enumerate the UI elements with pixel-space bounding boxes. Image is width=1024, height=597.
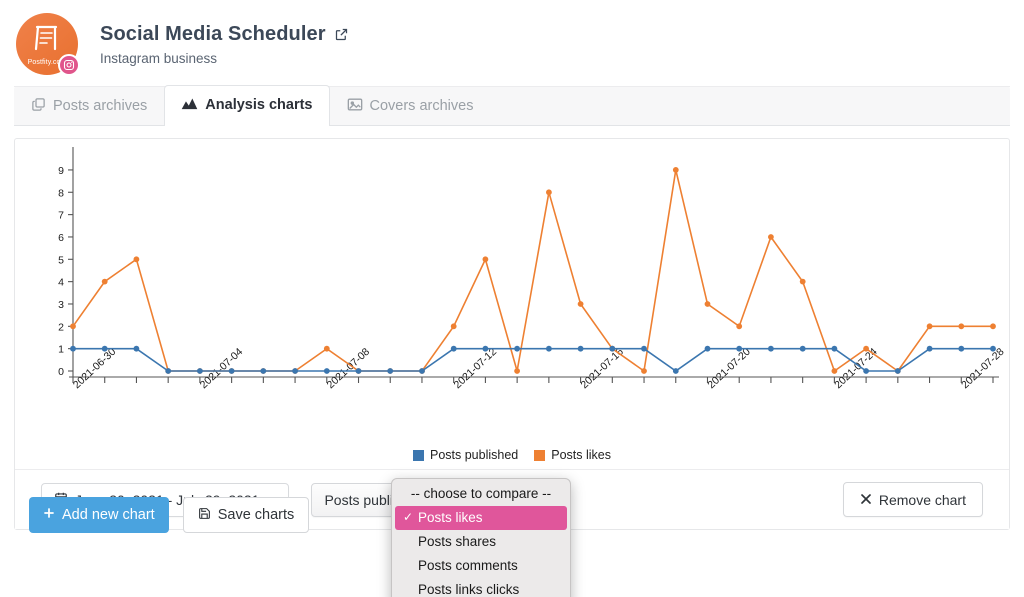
dropdown-item-posts-shares[interactable]: Posts shares (392, 530, 570, 554)
svg-text:2: 2 (58, 321, 64, 333)
tab-label: Analysis charts (205, 97, 313, 113)
close-x-icon (860, 492, 872, 508)
app-page: Postfity.com Social Media Scheduler Inst… (0, 0, 1024, 597)
svg-text:7: 7 (58, 210, 64, 222)
chart-plot-area: 0 1 2 3 4 5 6 7 8 9 2021-06-30 2021-07-04 2021-07-08… (15, 139, 1009, 454)
save-icon (198, 507, 211, 524)
check-icon: ✓ (403, 510, 414, 524)
page-header: Postfity.com Social Media Scheduler Inst… (0, 0, 1024, 86)
tab-covers-archives[interactable]: Covers archives (330, 86, 491, 125)
dropdown-item-label: Posts comments (418, 558, 518, 573)
page-title: Social Media Scheduler (100, 23, 349, 46)
external-link-icon[interactable] (334, 27, 349, 42)
compare-metric-dropdown[interactable]: -- choose to compare -- ✓ Posts likes Po… (391, 478, 571, 597)
tab-posts-archives[interactable]: Posts archives (14, 86, 164, 125)
copy-icon (31, 97, 46, 116)
svg-text:2021-07-04: 2021-07-04 (198, 346, 246, 392)
svg-text:2021-07-28: 2021-07-28 (959, 346, 1007, 392)
add-new-chart-label: Add new chart (62, 507, 155, 523)
svg-text:3: 3 (58, 299, 64, 311)
tab-label: Posts archives (53, 98, 148, 114)
svg-text:2021-07-20: 2021-07-20 (705, 346, 753, 392)
svg-text:2021-07-12: 2021-07-12 (452, 346, 500, 392)
svg-text:8: 8 (58, 187, 64, 199)
remove-chart-label: Remove chart (878, 491, 966, 508)
brand-logo: Postfity.com (16, 13, 80, 76)
dropdown-header: -- choose to compare -- (410, 486, 552, 501)
dropdown-item-posts-comments[interactable]: Posts comments (392, 554, 570, 578)
chart-card: 0 1 2 3 4 5 6 7 8 9 2021-06-30 2021-07-04 2021-07-08… (14, 138, 1010, 533)
page-subtitle: Instagram business (100, 50, 218, 66)
tab-label: Covers archives (369, 98, 474, 114)
svg-text:1: 1 (58, 344, 64, 356)
svg-text:0: 0 (58, 366, 64, 378)
title-block: Social Media Scheduler Instagram busines… (100, 23, 349, 66)
tab-bar: Posts archives Analysis charts Covers ar… (14, 85, 1010, 126)
tab-analysis-charts[interactable]: Analysis charts (164, 85, 330, 126)
plus-icon (43, 507, 55, 523)
postfity-logo-mark (34, 25, 58, 51)
svg-text:6: 6 (58, 232, 64, 244)
dropdown-item-posts-links-clicks[interactable]: Posts links clicks (392, 578, 570, 597)
line-chart: 01234567892021-06-30 2021-07-04 2021-07-08… (58, 147, 1007, 392)
svg-text:2021-06-30: 2021-06-30 (71, 346, 119, 392)
page-title-text: Social Media Scheduler (100, 22, 326, 45)
remove-chart-button[interactable]: Remove chart (842, 482, 983, 517)
instagram-icon (58, 54, 80, 76)
svg-text:9: 9 (58, 165, 64, 177)
svg-text:5: 5 (58, 254, 64, 266)
image-icon (347, 97, 363, 116)
save-charts-button[interactable]: Save charts (182, 497, 310, 533)
dropdown-item-label: Posts shares (418, 534, 497, 549)
dropdown-item-posts-likes[interactable]: ✓ Posts likes (395, 506, 567, 530)
dropdown-item-label: Posts links clicks (418, 582, 520, 597)
svg-text:4: 4 (58, 277, 64, 289)
add-new-chart-button[interactable]: Add new chart (29, 497, 169, 533)
chart-icon (181, 96, 198, 115)
dropdown-item-label: Posts likes (418, 510, 483, 525)
save-charts-label: Save charts (217, 507, 295, 523)
chart-actions: Add new chart Save charts (29, 497, 310, 533)
